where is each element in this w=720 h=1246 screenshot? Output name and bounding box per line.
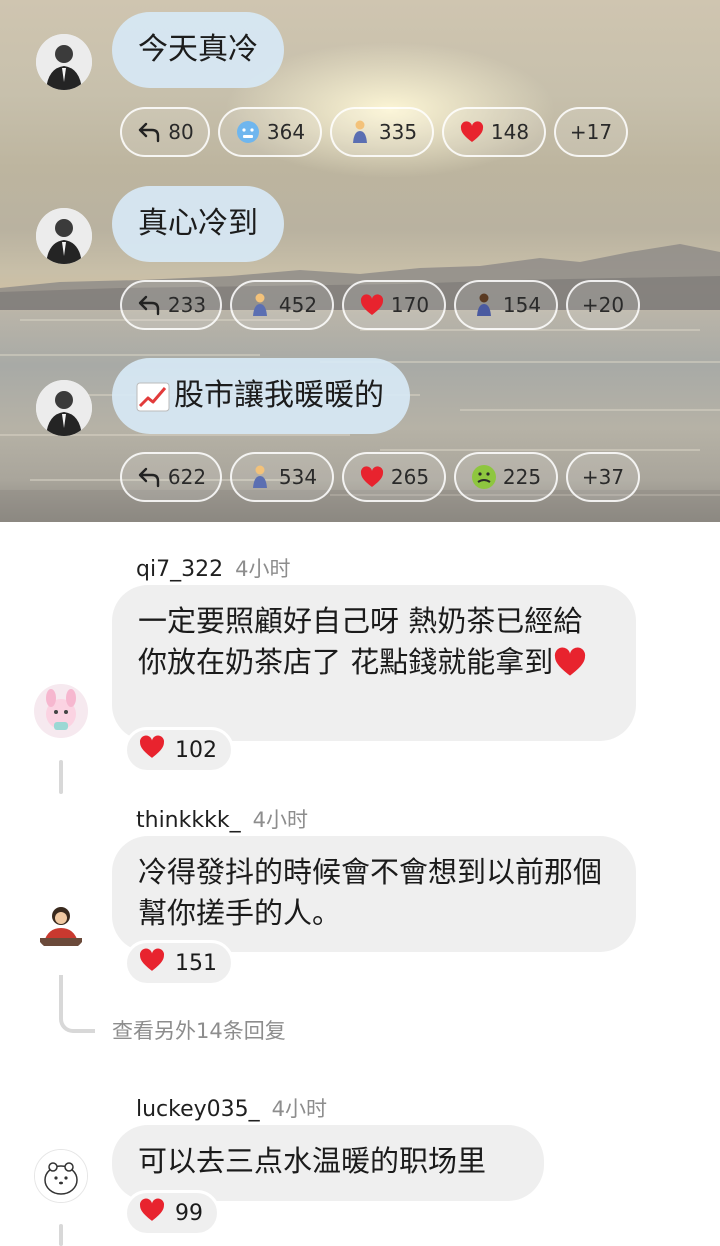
- avatar[interactable]: [34, 898, 88, 952]
- like-chip[interactable]: 99: [124, 1190, 220, 1236]
- reaction-chip[interactable]: 534: [230, 452, 334, 502]
- reply-icon: [136, 119, 162, 145]
- reaction-chip[interactable]: 170: [342, 280, 446, 330]
- message-bubble[interactable]: 真心冷到: [112, 186, 284, 262]
- reply-chip[interactable]: 622: [120, 452, 222, 502]
- story-background-photo: 今天真冷 80 364 335 148 +17 真心冷到 233 452 170…: [0, 0, 720, 522]
- person-sweat-icon: [247, 464, 273, 490]
- chart-increasing-icon: [136, 358, 170, 434]
- comment-bubble[interactable]: 冷得發抖的時候會不會想到以前那個幫你搓手的人。: [112, 836, 636, 952]
- reaction-chip[interactable]: 225: [454, 452, 558, 502]
- comment-time: 4小时: [235, 557, 291, 581]
- avatar[interactable]: [34, 684, 88, 738]
- message-bubble[interactable]: 股市讓我暖暖的: [112, 358, 410, 434]
- reaction-chip[interactable]: 154: [454, 280, 558, 330]
- comment-username[interactable]: qi7_322 4小时: [136, 553, 290, 583]
- reply-icon: [136, 464, 162, 490]
- comment-username[interactable]: luckey035_ 4小时: [136, 1093, 327, 1123]
- more-reactions-chip[interactable]: +17: [554, 107, 628, 157]
- avatar[interactable]: [36, 34, 92, 90]
- reaction-chip[interactable]: 148: [442, 107, 546, 157]
- person-sweat-icon: [347, 119, 373, 145]
- heart-icon: [139, 1198, 165, 1228]
- heart-icon: [139, 948, 165, 978]
- reaction-chip[interactable]: 452: [230, 280, 334, 330]
- heart-icon: [359, 292, 385, 318]
- comment-bubble[interactable]: 一定要照顧好自己呀 熱奶茶已經給你放在奶茶店了 花點錢就能拿到: [112, 585, 636, 741]
- reaction-chip[interactable]: 364: [218, 107, 322, 157]
- story-message-2: 真心冷到: [0, 186, 720, 274]
- heart-icon: [359, 464, 385, 490]
- comment-time: 4小时: [252, 808, 308, 832]
- avatar[interactable]: [36, 208, 92, 264]
- more-reactions-chip[interactable]: +37: [566, 452, 640, 502]
- message-bubble[interactable]: 今天真冷: [112, 12, 284, 88]
- heart-icon: [459, 119, 485, 145]
- like-chip[interactable]: 102: [124, 727, 234, 773]
- more-reactions-chip[interactable]: +20: [566, 280, 640, 330]
- thread-line: [59, 760, 63, 794]
- story-message-1: 今天真冷: [0, 12, 720, 102]
- reaction-chip[interactable]: 265: [342, 452, 446, 502]
- avatar[interactable]: [34, 1149, 88, 1203]
- like-chip[interactable]: 151: [124, 940, 234, 986]
- story-message-3: 股市讓我暖暖的: [0, 358, 720, 446]
- view-more-replies-link[interactable]: 查看另外14条回复: [112, 1015, 286, 1045]
- heart-icon: [553, 645, 587, 679]
- reply-chip[interactable]: 80: [120, 107, 210, 157]
- cold-face-icon: [235, 119, 261, 145]
- comment-username[interactable]: thinkkkk_ 4小时: [136, 804, 308, 834]
- avatar[interactable]: [36, 380, 92, 436]
- thread-line: [59, 975, 95, 1033]
- thread-line: [59, 1224, 63, 1246]
- reply-icon: [136, 292, 162, 318]
- nauseated-face-icon: [471, 464, 497, 490]
- person-sweat-icon: [247, 292, 273, 318]
- comment-time: 4小时: [271, 1097, 328, 1121]
- person-dark-icon: [471, 292, 497, 318]
- heart-icon: [139, 735, 165, 765]
- reaction-chip[interactable]: 335: [330, 107, 434, 157]
- reply-chip[interactable]: 233: [120, 280, 222, 330]
